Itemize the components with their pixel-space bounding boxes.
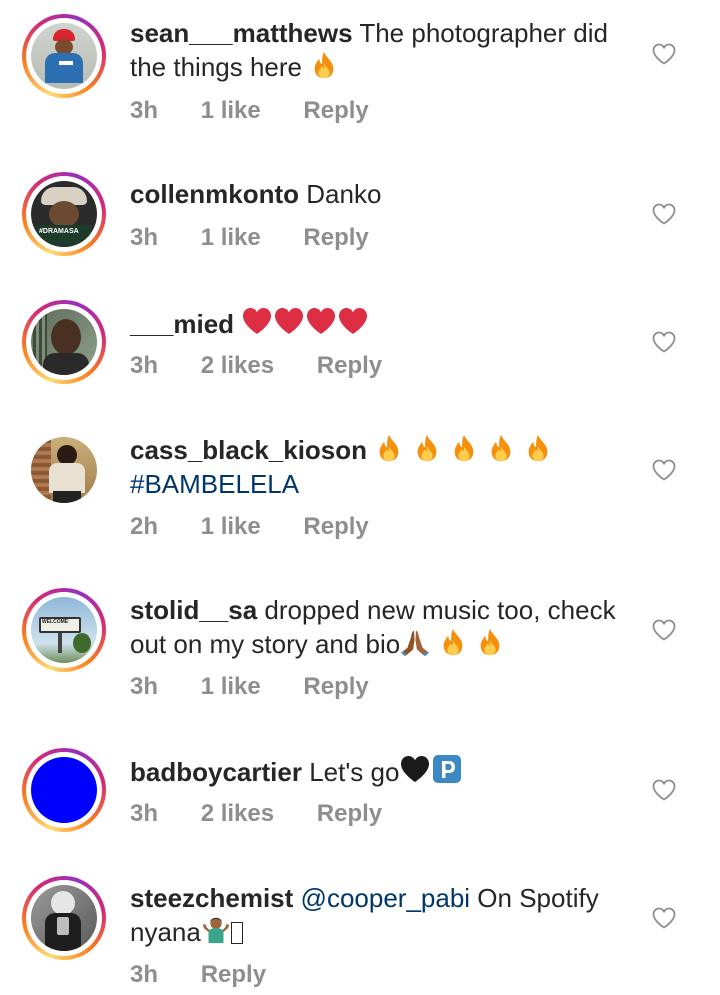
avatar[interactable] [22, 14, 106, 98]
fire-emoji [449, 433, 479, 463]
comment-username[interactable]: stolid__sa [130, 595, 257, 625]
comment-likes[interactable]: 1 like [201, 673, 261, 700]
reply-button[interactable]: Reply [317, 800, 382, 827]
avatar[interactable]: WELCOME [22, 588, 106, 672]
heart-outline-icon[interactable] [652, 779, 676, 801]
comment-username[interactable]: cass_black_kioson [130, 435, 367, 465]
comment-mention[interactable]: @cooper_pabi [301, 883, 471, 913]
reply-button[interactable]: Reply [303, 97, 368, 124]
comment-username[interactable]: sean___matthews [130, 18, 353, 48]
avatar-tag: #DRAMASA [39, 228, 79, 235]
heart-outline-icon[interactable] [652, 907, 676, 929]
folded-hands-emoji [400, 627, 430, 657]
avatar-sign: WELCOME [42, 619, 69, 625]
reply-button[interactable]: Reply [303, 513, 368, 540]
fire-emoji [523, 433, 553, 463]
comment-text: Let's go [309, 757, 400, 787]
fire-emoji [412, 433, 442, 463]
avatar[interactable]: #DRAMASA [22, 172, 106, 256]
heart-outline-icon[interactable] [652, 619, 676, 641]
comment-body: collenmkonto Danko [130, 177, 640, 211]
comment-meta: 2h 1 like Reply [130, 513, 405, 541]
p-button-emoji [431, 753, 463, 785]
black-heart-emoji [399, 753, 431, 785]
comment-username[interactable]: badboycartier [130, 757, 302, 787]
reply-button[interactable]: Reply [201, 961, 266, 988]
avatar[interactable] [22, 748, 106, 832]
comment-meta: 3h 1 like Reply [130, 224, 405, 252]
shrug-emoji [201, 915, 231, 945]
comment-text: Danko [306, 179, 382, 209]
fire-emoji [475, 627, 505, 657]
comment-likes[interactable]: 1 like [201, 224, 261, 251]
comment-body: ___mied [130, 305, 640, 341]
red-heart-emoji [241, 305, 273, 337]
comment-time: 3h [130, 961, 159, 988]
fire-emoji [486, 433, 516, 463]
red-heart-emoji [273, 305, 305, 337]
comment-time: 3h [130, 224, 159, 251]
comment-time: 3h [130, 673, 159, 700]
fire-emoji [309, 50, 339, 80]
comment-body: stolid__sa dropped new music too, check … [130, 593, 640, 661]
comment-body: sean___matthews The photographer did the… [130, 16, 640, 84]
comment-likes[interactable]: 1 like [201, 513, 261, 540]
comment-likes[interactable]: 1 like [201, 97, 261, 124]
red-heart-emoji [337, 305, 369, 337]
comment-meta: 3h 1 like Reply [130, 97, 405, 125]
reply-button[interactable]: Reply [303, 224, 368, 251]
comment-body: cass_black_kioson #BAMBELELA [130, 433, 640, 501]
comment-hashtag[interactable]: #BAMBELELA [130, 469, 299, 499]
comment-time: 2h [130, 513, 159, 540]
comment-meta: 3h 2 likes Reply [130, 800, 418, 828]
comment-meta: 3h 2 likes Reply [130, 352, 418, 380]
comment-body: steezchemist @cooper_pabi On Spotify nya… [130, 881, 640, 949]
comment-time: 3h [130, 97, 159, 124]
heart-outline-icon[interactable] [652, 203, 676, 225]
fire-emoji [374, 433, 404, 463]
reply-button[interactable]: Reply [317, 352, 382, 379]
heart-outline-icon[interactable] [652, 43, 676, 65]
missing-glyph-box [230, 922, 243, 944]
comment-likes[interactable]: 2 likes [201, 800, 274, 827]
comment-time: 3h [130, 800, 159, 827]
comment-username[interactable]: ___mied [130, 309, 234, 339]
avatar[interactable] [22, 876, 106, 960]
comment-meta: 3h 1 like Reply [130, 673, 405, 701]
reply-button[interactable]: Reply [303, 673, 368, 700]
comment-username[interactable]: collenmkonto [130, 179, 299, 209]
fire-emoji [438, 627, 468, 657]
avatar[interactable] [22, 428, 106, 512]
heart-outline-icon[interactable] [652, 331, 676, 353]
avatar[interactable] [22, 300, 106, 384]
comment-username[interactable]: steezchemist [130, 883, 293, 913]
heart-outline-icon[interactable] [652, 459, 676, 481]
red-heart-emoji [305, 305, 337, 337]
comment-meta: 3h Reply [130, 961, 302, 989]
comment-time: 3h [130, 352, 159, 379]
comment-body: badboycartier Let's go [130, 753, 640, 789]
comment-likes[interactable]: 2 likes [201, 352, 274, 379]
